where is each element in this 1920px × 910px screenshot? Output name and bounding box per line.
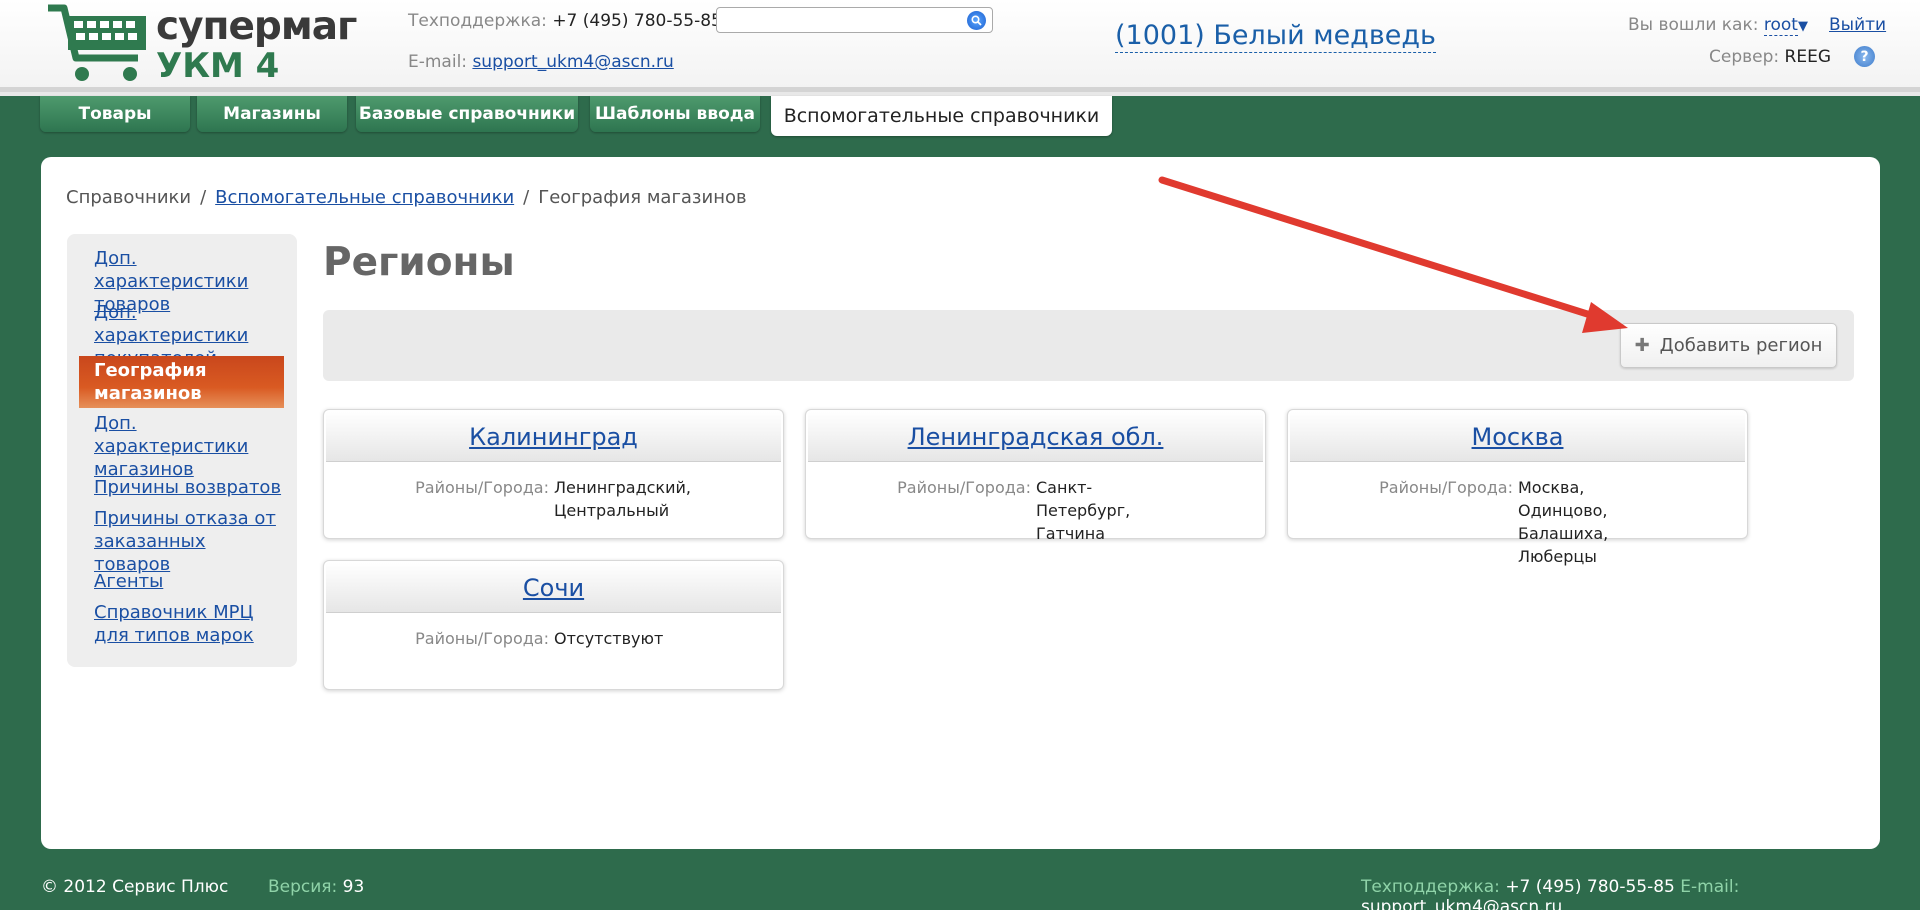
help-icon[interactable]: ?: [1854, 46, 1875, 67]
footer-email-link[interactable]: support_ukm4@ascn.ru: [1361, 897, 1562, 910]
tab-shops[interactable]: Магазины: [197, 96, 347, 132]
version-number: 93: [342, 877, 365, 897]
footer-support-phone: +7 (495) 780-55-85: [1505, 877, 1675, 897]
logout-link[interactable]: Выйти: [1829, 15, 1886, 35]
region-card-body: Районы/Города: Ленинградский, Центральны…: [324, 476, 783, 522]
region-card: Сочи Районы/Города: Отсутствуют: [323, 560, 784, 690]
logged-in-label: Вы вошли как:: [1628, 15, 1759, 35]
server-info: Сервер: REEG: [1709, 47, 1831, 67]
logo-subtitle: УКМ 4: [156, 46, 280, 86]
add-region-button[interactable]: ✚ Добавить регион: [1620, 323, 1837, 368]
breadcrumb-separator: /: [523, 187, 530, 208]
breadcrumb: Справочники / Вспомогательные справочники /…: [66, 187, 747, 208]
region-card: Ленинградская обл. Районы/Города: Санкт-…: [805, 409, 1266, 543]
search-box: [716, 7, 993, 33]
region-card-header: Калининград: [326, 412, 781, 462]
page-title: Регионы: [323, 240, 515, 285]
region-name-link[interactable]: Ленинградская обл.: [908, 423, 1164, 451]
support-info: Техподдержка: +7 (495) 780-55-85: [408, 11, 722, 31]
current-shop-link[interactable]: (1001) Белый медведь: [1115, 20, 1436, 53]
region-card-header: Сочи: [326, 563, 781, 613]
toolbar: ✚ Добавить регион: [323, 310, 1854, 381]
sidebar-item-agents[interactable]: Агенты: [94, 570, 286, 593]
sidebar-item-return-reasons[interactable]: Причины возвратов: [94, 476, 286, 499]
tab-goods[interactable]: Товары: [40, 96, 190, 132]
top-header: супермаг УКМ 4 Техподдержка: +7 (495) 78…: [0, 0, 1920, 96]
user-info: Вы вошли как: root▼: [1628, 15, 1808, 36]
sidebar: Доп. характеристики товаров Доп. характе…: [67, 234, 297, 667]
districts-label: Районы/Города:: [415, 629, 549, 648]
region-card-header: Ленинградская обл.: [808, 412, 1263, 462]
add-region-label: Добавить регион: [1659, 335, 1823, 356]
cart-icon: [48, 4, 146, 81]
chevron-down-icon[interactable]: ▼: [1798, 19, 1808, 34]
footer-support: Техподдержка: +7 (495) 780-55-85 E-mail:…: [1361, 877, 1920, 910]
districts-label: Районы/Города:: [897, 478, 1031, 497]
sidebar-item-shop-attributes[interactable]: Доп. характеристики магазинов: [94, 412, 286, 481]
breadcrumb-separator: /: [200, 187, 207, 208]
support-phone: +7 (495) 780-55-85: [552, 11, 722, 31]
search-input[interactable]: [721, 9, 961, 31]
support-email-link[interactable]: support_ukm4@ascn.ru: [472, 52, 673, 72]
tab-input-templates[interactable]: Шаблоны ввода: [590, 96, 760, 132]
districts-value: Москва, Одинцово, Балашиха, Люберцы: [1518, 478, 1609, 566]
districts-label: Районы/Города:: [1379, 478, 1513, 497]
copyright: © 2012 Сервис Плюс: [41, 877, 229, 897]
region-name-link[interactable]: Москва: [1472, 423, 1564, 451]
region-card: Калининград Районы/Города: Ленинградский…: [323, 409, 784, 539]
districts-value: Отсутствуют: [554, 629, 664, 648]
tab-aux-dictionaries[interactable]: Вспомогательные справочники: [771, 96, 1112, 136]
districts-value: Санкт-Петербург, Гатчина: [1036, 478, 1131, 543]
region-card-body: Районы/Города: Отсутствуют: [324, 627, 783, 650]
districts-label: Районы/Города:: [415, 478, 549, 497]
footer-support-label: Техподдержка:: [1361, 877, 1500, 897]
version-label: Версия:: [268, 877, 338, 897]
breadcrumb-current: География магазинов: [538, 187, 747, 208]
region-card-body: Районы/Города: Москва, Одинцово, Балаших…: [1288, 476, 1747, 568]
support-label: Техподдержка:: [408, 11, 547, 31]
tab-base-dictionaries[interactable]: Базовые справочники: [356, 96, 578, 132]
main-panel: Справочники / Вспомогательные справочники /…: [41, 157, 1880, 849]
email-info: E-mail: support_ukm4@ascn.ru: [408, 52, 674, 72]
region-name-link[interactable]: Сочи: [523, 574, 584, 602]
region-card-body: Районы/Города: Санкт-Петербург, Гатчина: [806, 476, 1265, 545]
breadcrumb-parent-link[interactable]: Вспомогательные справочники: [215, 187, 514, 208]
region-name-link[interactable]: Калининград: [469, 423, 638, 451]
version-info: Версия: 93: [268, 877, 364, 897]
footer-email-label: E-mail:: [1680, 877, 1740, 897]
region-card: Москва Районы/Города: Москва, Одинцово, …: [1287, 409, 1748, 566]
sidebar-item-mrp-directory[interactable]: Справочник МРЦ для типов марок: [94, 601, 286, 647]
sidebar-item-refusal-reasons[interactable]: Причины отказа от заказанных товаров: [94, 507, 286, 576]
email-label: E-mail:: [408, 52, 468, 72]
logo-title: супермаг: [156, 4, 357, 49]
breadcrumb-root: Справочники: [66, 187, 192, 208]
plus-icon: ✚: [1634, 335, 1650, 356]
region-card-header: Москва: [1290, 412, 1745, 462]
logo[interactable]: супермаг УКМ 4: [46, 2, 357, 86]
server-name: REEG: [1784, 47, 1831, 67]
username-dropdown[interactable]: root: [1763, 15, 1798, 36]
districts-value: Ленинградский, Центральный: [554, 478, 691, 520]
search-button[interactable]: [967, 11, 986, 30]
search-icon: [971, 15, 982, 26]
sidebar-item-shop-geography[interactable]: География магазинов: [79, 356, 284, 408]
server-label: Сервер:: [1709, 47, 1780, 67]
